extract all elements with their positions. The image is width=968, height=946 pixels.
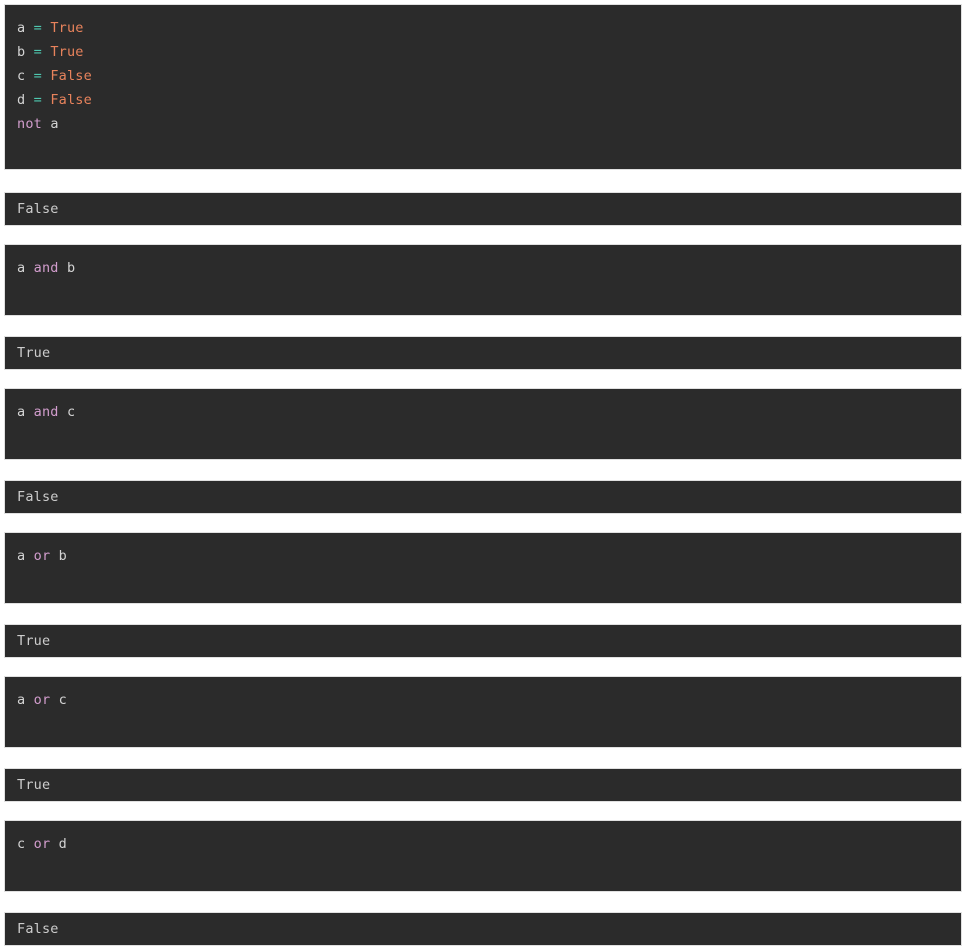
output-c-or-d: False — [4, 912, 962, 946]
token-op: = — [33, 20, 42, 36]
output-a-and-b: True — [4, 336, 962, 370]
token-name: c — [58, 692, 67, 708]
token-kw: or — [33, 692, 51, 708]
output-a-and-c: False — [4, 480, 962, 514]
code-line: a or c — [5, 688, 961, 712]
token-kw: and — [33, 404, 59, 420]
code-line: not a — [5, 112, 961, 136]
code-line: a or b — [5, 544, 961, 568]
output-text: False — [17, 921, 59, 937]
token-name: b — [66, 260, 76, 276]
cell-a-or-b[interactable]: a or b — [4, 532, 962, 604]
token-lit: True — [50, 44, 84, 60]
code-line: d = False — [5, 88, 961, 112]
code-line: c or d — [5, 832, 961, 856]
cell-a-and-c[interactable]: a and c — [4, 388, 962, 460]
token-kw: or — [33, 548, 51, 564]
notebook-container: a = True b = True c = False d = False not aF… — [0, 4, 968, 946]
output-text: False — [17, 489, 59, 505]
output-text: True — [17, 345, 51, 361]
token-kw: and — [33, 260, 59, 276]
cell-assignments-and-not[interactable]: a = True b = True c = False d = False not a — [4, 4, 962, 170]
token-lit: False — [50, 92, 92, 108]
token-name: a — [50, 116, 59, 132]
code-line: b = True — [5, 40, 961, 64]
token-name: d — [58, 836, 67, 852]
code-line: c = False — [5, 64, 961, 88]
output-a-or-c: True — [4, 768, 962, 802]
code-line: a and c — [5, 400, 961, 424]
output-text: True — [17, 777, 51, 793]
token-lit: True — [50, 20, 84, 36]
cell-a-or-c[interactable]: a or c — [4, 676, 962, 748]
token-name: c — [66, 404, 76, 420]
output-not-a: False — [4, 192, 962, 226]
code-line: a = True — [5, 16, 961, 40]
token-op: = — [33, 44, 42, 60]
cell-a-and-b[interactable]: a and b — [4, 244, 962, 316]
output-text: True — [17, 633, 51, 649]
code-line: a and b — [5, 256, 961, 280]
token-lit: False — [50, 68, 92, 84]
token-kw: not — [17, 116, 42, 132]
token-op: = — [33, 92, 42, 108]
token-name: b — [58, 548, 67, 564]
output-text: False — [17, 201, 59, 217]
output-a-or-b: True — [4, 624, 962, 658]
cell-c-or-d[interactable]: c or d — [4, 820, 962, 892]
token-op: = — [33, 68, 42, 84]
token-kw: or — [33, 836, 51, 852]
